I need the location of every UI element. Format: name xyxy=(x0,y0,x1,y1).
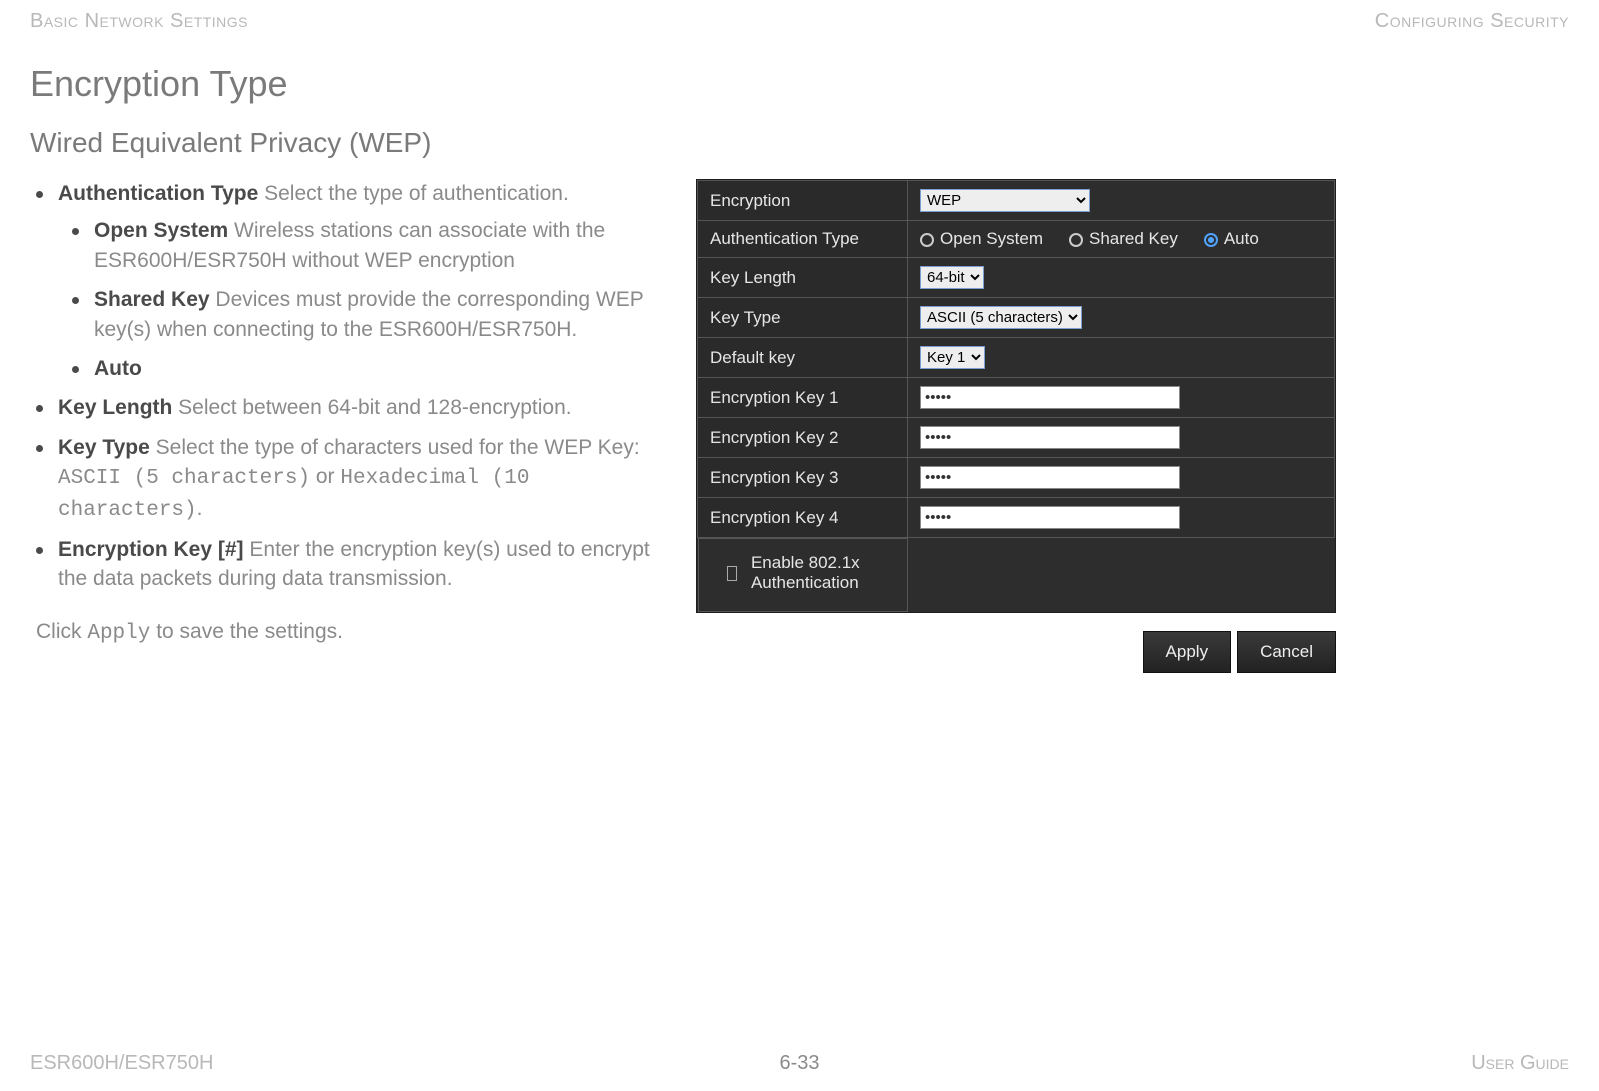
radio-open-system-label: Open System xyxy=(940,229,1043,248)
apply-note-mono: Apply xyxy=(87,622,150,645)
radio-auto-input[interactable] xyxy=(1204,233,1218,247)
radio-shared-key-label: Shared Key xyxy=(1089,229,1178,248)
radio-shared-key[interactable]: Shared Key xyxy=(1069,229,1178,249)
encryption-select[interactable]: WEP xyxy=(920,189,1090,212)
page-subtitle: Wired Equivalent Privacy (WEP) xyxy=(30,127,1569,159)
description-column: Authentication Type Select the type of a… xyxy=(30,179,670,673)
label-key-type: Key Type xyxy=(698,298,908,338)
radio-open-system-input[interactable] xyxy=(920,233,934,247)
header-left: Basic Network Settings xyxy=(30,10,248,33)
cancel-button[interactable]: Cancel xyxy=(1237,631,1336,673)
label-encryption: Encryption xyxy=(698,181,908,221)
mono-ascii: ASCII (5 characters) xyxy=(58,467,310,490)
router-ui-column: Encryption WEP Authentication Type Open … xyxy=(696,179,1336,673)
apply-button[interactable]: Apply xyxy=(1143,631,1232,673)
term-shared-key: Shared Key xyxy=(94,288,210,311)
enable-8021x-checkbox[interactable] xyxy=(727,566,737,581)
apply-note-post: to save the settings. xyxy=(150,620,343,643)
radio-auto-label: Auto xyxy=(1224,229,1259,248)
default-key-select[interactable]: Key 1 xyxy=(920,346,985,369)
footer-left: ESR600H/ESR750H xyxy=(30,1052,213,1075)
label-enc-key-2: Encryption Key 2 xyxy=(698,418,908,458)
bullet-key-type: Key Type Select the type of characters u… xyxy=(58,433,670,525)
bullet-enc-key: Encryption Key [#] Enter the encryption … xyxy=(58,535,670,594)
term-auth-type: Authentication Type xyxy=(58,182,258,205)
enc-key-2-input[interactable] xyxy=(920,426,1180,449)
footer-page-number: 6-33 xyxy=(779,1052,819,1075)
header-right: Configuring Security xyxy=(1375,10,1569,33)
radio-auto[interactable]: Auto xyxy=(1204,229,1259,249)
enable-8021x-label: Enable 802.1x Authentication xyxy=(751,553,895,593)
label-key-length: Key Length xyxy=(698,258,908,298)
apply-note-pre: Click xyxy=(36,620,87,643)
label-enc-key-4: Encryption Key 4 xyxy=(698,498,908,538)
enc-key-4-input[interactable] xyxy=(920,506,1180,529)
key-length-select[interactable]: 64-bit xyxy=(920,266,984,289)
apply-note: Click Apply to save the settings. xyxy=(30,620,670,645)
radio-open-system[interactable]: Open System xyxy=(920,229,1043,249)
page-title: Encryption Type xyxy=(30,63,1569,105)
desc-auth-type: Select the type of authentication. xyxy=(258,182,569,205)
enc-key-3-input[interactable] xyxy=(920,466,1180,489)
bullet-shared-key: Shared Key Devices must provide the corr… xyxy=(94,285,670,344)
desc-key-length: Select between 64-bit and 128-encryption… xyxy=(172,396,571,419)
desc-key-type-mid: or xyxy=(310,465,340,488)
bullet-key-length: Key Length Select between 64-bit and 128… xyxy=(58,393,670,422)
label-default-key: Default key xyxy=(698,338,908,378)
desc-key-type-pre: Select the type of characters used for t… xyxy=(150,436,640,459)
term-open-system: Open System xyxy=(94,219,228,242)
bullet-auto: Auto xyxy=(94,354,670,383)
term-key-type: Key Type xyxy=(58,436,150,459)
bullet-auth-type: Authentication Type Select the type of a… xyxy=(58,179,670,383)
term-key-length: Key Length xyxy=(58,396,172,419)
enc-key-1-input[interactable] xyxy=(920,386,1180,409)
bullet-open-system: Open System Wireless stations can associ… xyxy=(94,216,670,275)
key-type-select[interactable]: ASCII (5 characters) xyxy=(920,306,1082,329)
wep-settings-panel: Encryption WEP Authentication Type Open … xyxy=(696,179,1336,613)
term-enc-key: Encryption Key [#] xyxy=(58,538,244,561)
footer-right: User Guide xyxy=(1471,1052,1569,1075)
term-auto: Auto xyxy=(94,357,142,380)
label-auth-type: Authentication Type xyxy=(698,221,908,258)
label-enc-key-1: Encryption Key 1 xyxy=(698,378,908,418)
radio-shared-key-input[interactable] xyxy=(1069,233,1083,247)
label-enc-key-3: Encryption Key 3 xyxy=(698,458,908,498)
desc-key-type-tail: . xyxy=(197,497,203,520)
